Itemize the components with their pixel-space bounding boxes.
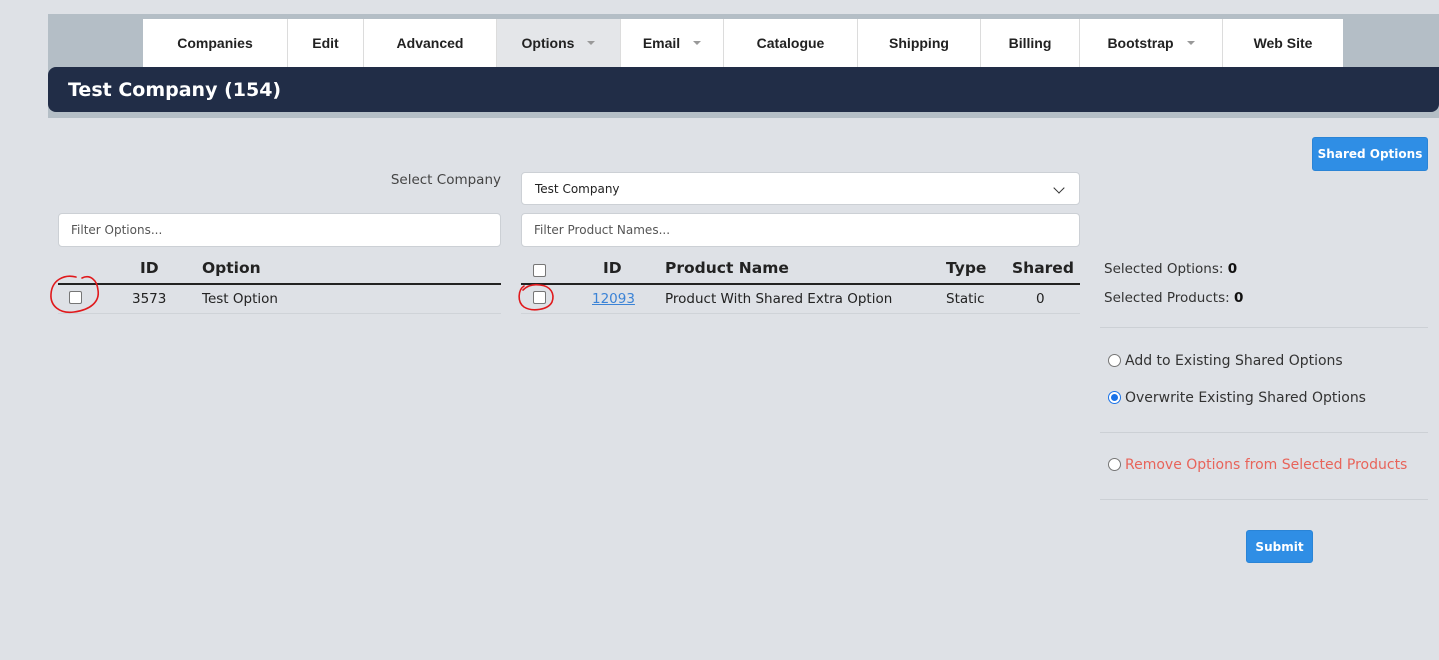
tab-billing[interactable]: Billing	[981, 19, 1080, 67]
add-existing-label[interactable]: Add to Existing Shared Options	[1125, 353, 1343, 369]
tab-companies[interactable]: Companies	[143, 19, 288, 67]
product-id-link[interactable]: 12093	[592, 291, 635, 307]
options-id-header[interactable]: ID	[140, 259, 159, 277]
select-company-label: Select Company	[390, 172, 501, 188]
row-divider	[58, 313, 501, 314]
option-name-cell: Test Option	[202, 291, 278, 307]
product-shared-cell: 0	[1036, 291, 1045, 307]
submit-button[interactable]: Submit	[1246, 530, 1313, 563]
tab-web-site[interactable]: Web Site	[1223, 19, 1343, 67]
selected-products-summary: Selected Products: 0	[1104, 290, 1243, 306]
company-select-value: Test Company	[535, 181, 620, 196]
tab-edit[interactable]: Edit	[288, 19, 364, 67]
tab-email[interactable]: Email	[621, 19, 724, 67]
products-shared-header[interactable]: Shared	[1012, 259, 1074, 277]
main-tabs: Companies Edit Advanced Options Email Ca…	[143, 19, 1343, 67]
tab-catalogue[interactable]: Catalogue	[724, 19, 858, 67]
tab-bootstrap[interactable]: Bootstrap	[1080, 19, 1223, 67]
select-all-products-checkbox[interactable]	[533, 264, 546, 277]
remove-options-label[interactable]: Remove Options from Selected Products	[1125, 457, 1407, 473]
option-row-checkbox[interactable]	[69, 291, 82, 304]
company-select[interactable]: Test Company	[521, 172, 1080, 205]
add-existing-radio[interactable]	[1108, 354, 1121, 367]
option-id-cell: 3573	[132, 291, 167, 307]
selected-products-count: 0	[1233, 290, 1244, 306]
options-header-divider	[58, 283, 501, 285]
selected-options-summary: Selected Options: 0	[1104, 261, 1237, 277]
row-divider	[521, 313, 1080, 314]
caret-down-icon	[1186, 41, 1195, 45]
remove-options-radio[interactable]	[1108, 458, 1121, 471]
section-divider	[1100, 499, 1428, 500]
options-option-header[interactable]: Option	[202, 259, 261, 277]
filter-products-input[interactable]	[521, 213, 1080, 247]
filter-options-input[interactable]	[58, 213, 501, 247]
products-header-divider	[521, 283, 1080, 285]
products-type-header[interactable]: Type	[946, 259, 986, 277]
selected-options-label: Selected Options:	[1104, 261, 1224, 277]
products-name-header[interactable]: Product Name	[665, 259, 789, 277]
caret-down-icon	[587, 41, 596, 45]
product-type-cell: Static	[946, 291, 985, 307]
chevron-down-icon	[1053, 182, 1065, 194]
section-divider	[1100, 327, 1428, 328]
page-title: Test Company (154)	[48, 67, 1439, 112]
tab-shipping[interactable]: Shipping	[858, 19, 981, 67]
selected-products-label: Selected Products:	[1104, 290, 1230, 306]
selected-options-count: 0	[1227, 261, 1238, 277]
product-name-cell: Product With Shared Extra Option	[665, 291, 893, 307]
product-row-checkbox[interactable]	[533, 291, 546, 304]
shared-options-button[interactable]: Shared Options	[1312, 137, 1428, 171]
tab-options[interactable]: Options	[497, 19, 621, 67]
overwrite-existing-radio[interactable]	[1108, 391, 1121, 404]
overwrite-existing-label[interactable]: Overwrite Existing Shared Options	[1125, 390, 1366, 406]
products-id-header[interactable]: ID	[603, 259, 622, 277]
section-divider	[1100, 432, 1428, 433]
tab-advanced[interactable]: Advanced	[364, 19, 497, 67]
caret-down-icon	[693, 41, 702, 45]
